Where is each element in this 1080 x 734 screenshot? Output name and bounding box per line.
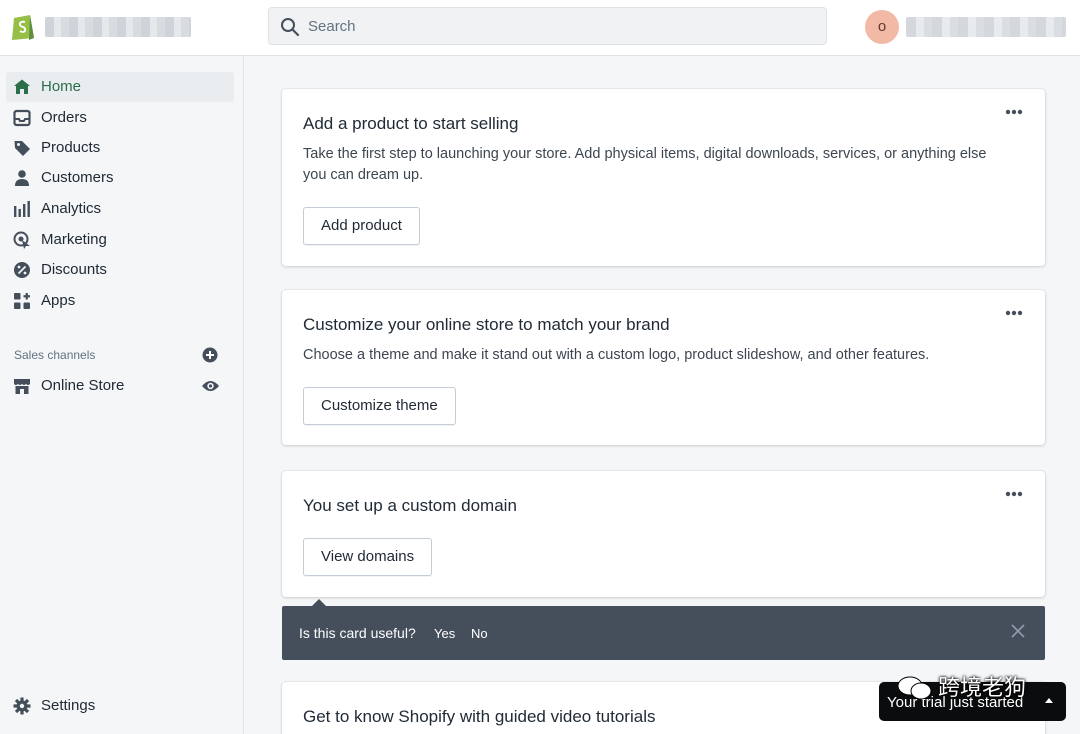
sidebar-item-label: Discounts xyxy=(41,261,107,278)
tag-icon xyxy=(14,141,30,156)
more-actions-icon[interactable] xyxy=(1005,491,1023,497)
sidebar-item-label: Analytics xyxy=(41,200,102,217)
sidebar-item-label: Orders xyxy=(41,109,87,126)
watermark-text: 跨境老狗 xyxy=(938,676,1027,701)
add-product-button[interactable]: Add product xyxy=(303,207,420,245)
more-actions-icon[interactable] xyxy=(1005,310,1023,316)
sidebar-item-label: Products xyxy=(41,139,101,156)
feedback-yes-button[interactable]: Yes xyxy=(434,626,455,641)
add-channel-icon[interactable] xyxy=(202,347,218,363)
sidebar-item-discounts[interactable]: Discounts xyxy=(6,255,234,285)
search-placeholder: Search xyxy=(308,18,356,35)
sidebar-item-label: Settings xyxy=(41,697,96,714)
sidebar-item-label: Apps xyxy=(41,292,76,309)
discount-icon xyxy=(14,262,30,278)
feedback-question: Is this card useful? xyxy=(299,625,416,641)
user-name-blurred[interactable] xyxy=(906,17,1066,37)
sidebar-item-apps[interactable]: Apps xyxy=(6,286,234,316)
orders-inbox-icon xyxy=(13,109,31,127)
eye-icon[interactable] xyxy=(201,379,220,393)
custom-domain-card: You set up a custom domain View domains xyxy=(282,471,1045,597)
apps-grid-icon xyxy=(14,293,30,309)
card-title: Customize your online store to match you… xyxy=(303,315,670,334)
close-icon[interactable] xyxy=(1011,624,1025,638)
sidebar-item-label: Customers xyxy=(41,169,114,186)
sidebar-item-products[interactable]: Products xyxy=(6,133,234,163)
sidebar-item-analytics[interactable]: Analytics xyxy=(6,194,234,224)
sidebar-item-orders[interactable]: Orders xyxy=(6,103,234,133)
card-title: You set up a custom domain xyxy=(303,496,517,515)
gear-icon xyxy=(13,697,31,715)
caret-up-icon xyxy=(1045,698,1053,703)
shopify-logo-icon[interactable] xyxy=(10,11,37,41)
person-icon xyxy=(15,170,29,186)
wechat-watermark-icon xyxy=(897,676,932,700)
home-icon xyxy=(14,79,30,94)
customize-theme-button[interactable]: Customize theme xyxy=(303,387,456,425)
sales-channels-title: Sales channels xyxy=(14,348,96,362)
sidebar-item-label: Home xyxy=(41,78,82,95)
avatar[interactable]: o xyxy=(865,10,899,44)
card-feedback-bar: Is this card useful? Yes No xyxy=(282,599,1045,660)
feedback-no-button[interactable]: No xyxy=(471,626,488,641)
customize-store-card: Customize your online store to match you… xyxy=(282,290,1045,445)
sidebar-item-marketing[interactable]: Marketing xyxy=(6,225,234,255)
sidebar-item-online-store[interactable]: Online Store xyxy=(6,371,234,401)
search-bar[interactable]: Search xyxy=(268,7,827,45)
sidebar-item-label: Marketing xyxy=(41,231,107,248)
store-name-blurred[interactable] xyxy=(45,17,191,37)
card-description: Take the first step to launching your st… xyxy=(303,146,987,183)
target-icon xyxy=(13,231,30,249)
search-icon xyxy=(281,18,300,37)
sidebar: Home Orders Products Customers Analytics xyxy=(0,56,244,734)
card-description: Choose a theme and make it stand out wit… xyxy=(303,347,930,363)
top-bar: Search o xyxy=(0,0,1080,56)
feedback-pointer xyxy=(312,599,326,606)
store-icon xyxy=(14,379,30,394)
card-title: Add a product to start selling xyxy=(303,114,519,133)
bar-chart-icon xyxy=(14,201,30,217)
sidebar-item-settings[interactable]: Settings xyxy=(6,691,234,721)
card-title: Get to know Shopify with guided video tu… xyxy=(303,707,656,726)
add-product-card: Add a product to start selling Take the … xyxy=(282,89,1045,266)
sidebar-item-label: Online Store xyxy=(41,377,125,394)
sidebar-item-home[interactable]: Home xyxy=(6,72,234,102)
view-domains-button[interactable]: View domains xyxy=(303,538,433,576)
sidebar-item-customers[interactable]: Customers xyxy=(6,163,234,193)
more-actions-icon[interactable] xyxy=(1005,109,1023,115)
